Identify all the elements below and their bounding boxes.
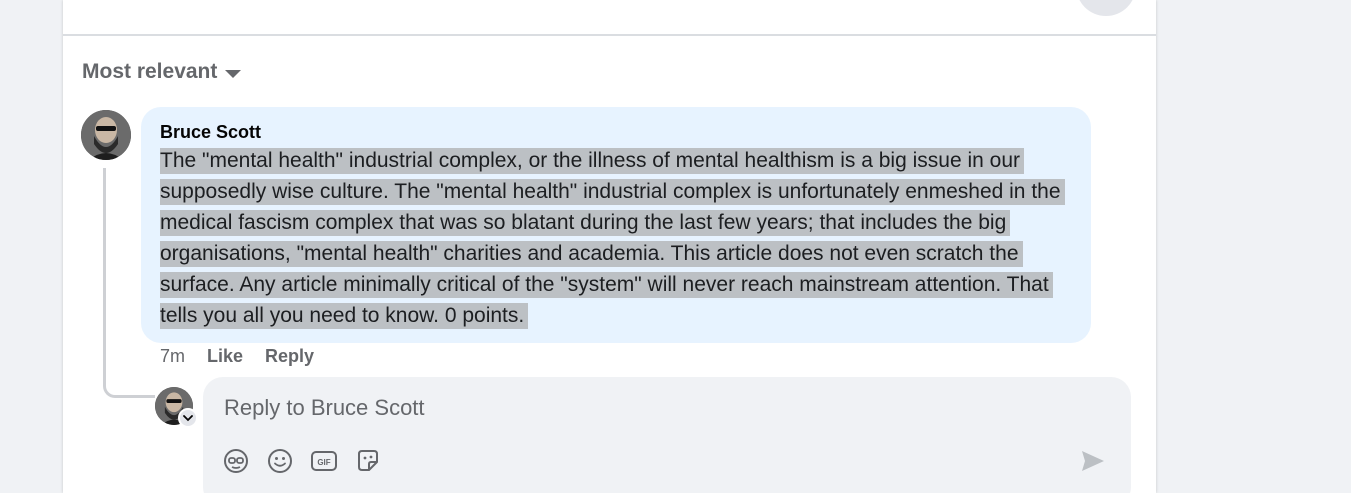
top-action-circle[interactable] [1076, 0, 1136, 16]
comments-panel: Most relevant Bruce Scott The "mental he… [63, 0, 1156, 493]
emoji-icon[interactable] [266, 447, 294, 475]
send-icon[interactable] [1079, 447, 1107, 475]
comment-text: The "mental health" industrial complex, … [160, 145, 1080, 331]
reply-composer: GIF [203, 377, 1131, 493]
avatar[interactable] [81, 110, 131, 160]
avatar-sticker-icon[interactable] [222, 447, 250, 475]
gif-icon[interactable]: GIF [310, 447, 338, 475]
comment-bubble: Bruce Scott The "mental health" industri… [141, 107, 1091, 343]
like-button[interactable]: Like [207, 346, 243, 367]
reply-button[interactable]: Reply [265, 346, 314, 367]
sort-label: Most relevant [82, 60, 218, 83]
sort-dropdown[interactable]: Most relevant [82, 60, 242, 84]
divider [63, 34, 1156, 36]
chevron-down-icon [183, 414, 193, 421]
account-switch-button[interactable] [178, 408, 198, 428]
reply-input[interactable] [222, 389, 1066, 427]
comment-timestamp[interactable]: 7m [160, 346, 185, 367]
sticker-icon[interactable] [354, 447, 382, 475]
profile-photo-icon [81, 110, 131, 160]
comment-author[interactable]: Bruce Scott [160, 121, 1072, 143]
comment-text-body: The "mental health" industrial complex, … [160, 148, 1065, 329]
caret-down-icon [225, 70, 242, 78]
comment-actions: 7m Like Reply [160, 346, 336, 367]
svg-text:GIF: GIF [317, 458, 330, 467]
